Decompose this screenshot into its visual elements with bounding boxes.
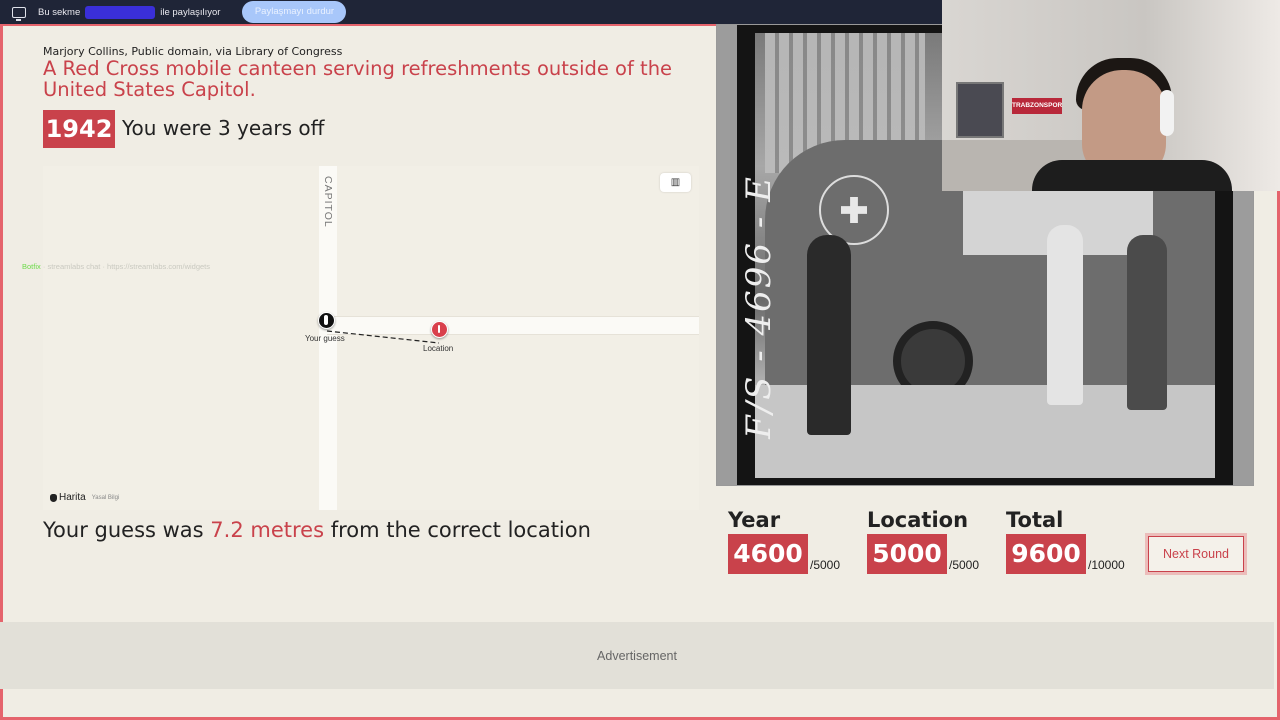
map-provider: Harita: [59, 492, 86, 503]
person-right: [1127, 235, 1167, 410]
stream-overlay: Botfix · streamlabs chat · https://strea…: [22, 262, 210, 271]
location-pin-icon: [431, 321, 448, 338]
guess-label: Your guess: [305, 334, 345, 343]
overlay-brand: Botfix: [22, 262, 41, 271]
next-round-button[interactable]: Next Round: [1148, 536, 1244, 572]
webcam-overlay: TRABZONSPOR: [942, 0, 1280, 191]
location-score-value: 5000: [867, 534, 947, 574]
legal-link[interactable]: Yasal Bilgi: [92, 495, 120, 501]
share-suffix: ile paylaşılıyor: [160, 6, 221, 18]
film-edge-left: [717, 25, 737, 485]
screen-share-icon: [12, 6, 26, 21]
share-prefix: Bu sekme: [38, 6, 81, 18]
advertisement-label: Advertisement: [597, 648, 677, 663]
location-score-max: /5000: [949, 558, 980, 572]
year-off-message: You were 3 years off: [122, 116, 325, 140]
correct-year-badge: 1942: [43, 110, 115, 148]
club-sign: TRABZONSPOR: [1012, 98, 1062, 114]
year-score-label: Year: [728, 508, 781, 532]
total-score-max: /10000: [1088, 558, 1125, 572]
film-code: F/S - 4696 - E: [739, 175, 779, 439]
shared-site-name: [85, 5, 156, 19]
year-score-max: /5000: [810, 558, 841, 572]
stop-sharing-button[interactable]: Paylaşmayı durdur: [242, 1, 347, 23]
overlay-text: · streamlabs chat · https://streamlabs.c…: [42, 262, 211, 271]
person-white-uniform: [1047, 225, 1083, 405]
distance-line: [326, 330, 440, 344]
advertisement-banner[interactable]: Advertisement: [0, 622, 1274, 689]
guess-pin-icon: [318, 312, 335, 329]
headphones-icon: [1160, 90, 1174, 136]
year-score-value: 4600: [728, 534, 808, 574]
distance-prefix: Your guess was: [43, 518, 204, 542]
location-score-label: Location: [867, 508, 969, 532]
distance-suffix: from the correct location: [330, 518, 591, 542]
total-score-label: Total: [1006, 508, 1064, 532]
distance-value: 7.2 metres: [210, 518, 325, 542]
distance-result: Your guess was 7.2 metres from the corre…: [43, 518, 591, 542]
framed-photo: [956, 82, 1004, 138]
photo-title: A Red Cross mobile canteen serving refre…: [43, 57, 673, 101]
result-map[interactable]: CAPITOL ▥ Your guess Location Harita Yas…: [43, 166, 699, 510]
apple-logo-icon: [50, 493, 57, 502]
streamer-shirt: [1032, 160, 1232, 191]
location-label: Location: [423, 344, 454, 353]
person-dark-suit: [807, 235, 851, 435]
map-attribution: Harita Yasal Bilgi: [50, 492, 119, 503]
total-score-value: 9600: [1006, 534, 1086, 574]
